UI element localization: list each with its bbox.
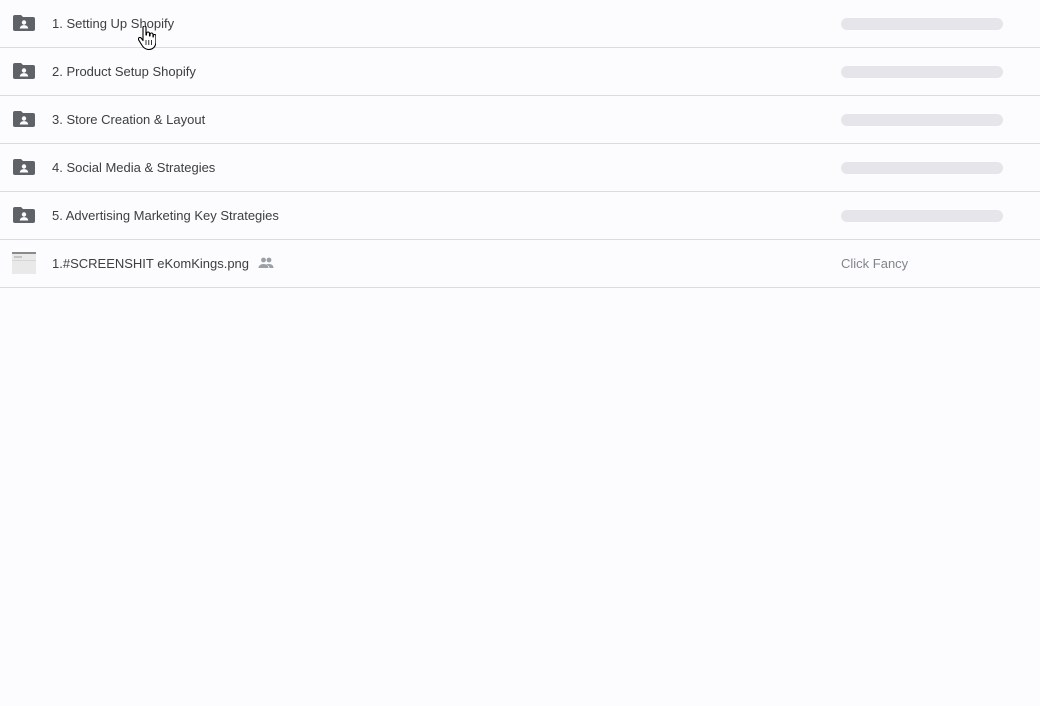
owner-name: Click Fancy [841, 256, 909, 271]
file-name[interactable]: 2. Product Setup Shopify [52, 48, 196, 95]
file-name[interactable]: 4. Social Media & Strategies [52, 144, 215, 191]
shared-folder-icon [13, 15, 35, 31]
folder-row-product-setup-shopify[interactable]: 2. Product Setup Shopify [0, 48, 1040, 96]
owner-loading-placeholder [841, 18, 1003, 30]
folder-row-social-media-strategies[interactable]: 4. Social Media & Strategies [0, 144, 1040, 192]
owner-loading-placeholder [841, 162, 1003, 174]
file-name[interactable]: 5. Advertising Marketing Key Strategies [52, 192, 279, 239]
owner-loading-placeholder [841, 66, 1003, 78]
file-name[interactable]: 1.#SCREENSHIT eKomKings.png [52, 240, 249, 287]
shared-folder-icon [13, 111, 35, 127]
file-name[interactable]: 3. Store Creation & Layout [52, 96, 205, 143]
file-name[interactable]: 1. Setting Up Shopify [52, 0, 174, 47]
people-icon [258, 257, 274, 268]
shared-folder-icon [13, 159, 35, 175]
shared-folder-icon [13, 207, 35, 223]
owner-loading-placeholder [841, 114, 1003, 126]
image-thumbnail [12, 252, 36, 274]
folder-row-store-creation-layout[interactable]: 3. Store Creation & Layout [0, 96, 1040, 144]
owner-loading-placeholder [841, 210, 1003, 222]
folder-row-setting-up-shopify[interactable]: 1. Setting Up Shopify [0, 0, 1040, 48]
shared-folder-icon [13, 63, 35, 79]
folder-row-advertising-marketing[interactable]: 5. Advertising Marketing Key Strategies [0, 192, 1040, 240]
file-list: 1. Setting Up Shopify 2. Product Setup S… [0, 0, 1040, 288]
file-row-screenshot-png[interactable]: 1.#SCREENSHIT eKomKings.png Click Fancy [0, 240, 1040, 288]
